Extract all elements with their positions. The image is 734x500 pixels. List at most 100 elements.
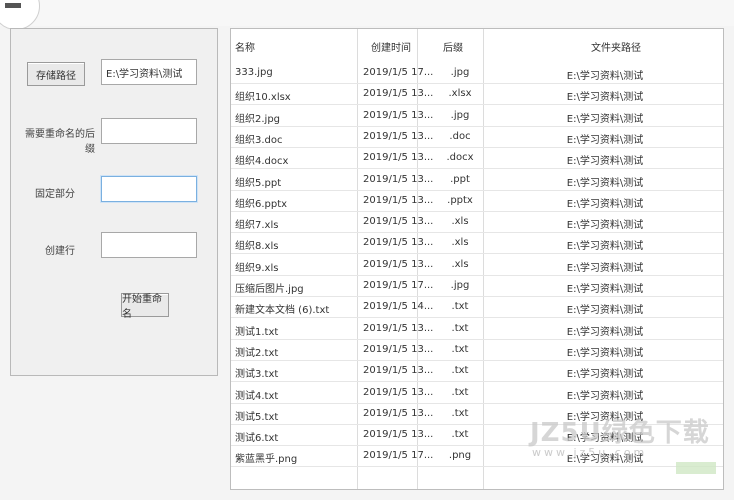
cell-created: 2019/1/5 13... (363, 258, 434, 270)
start-row-input[interactable] (101, 232, 197, 258)
start-row-label: 创建行 (45, 246, 75, 257)
store-path-button[interactable]: 存储路径 (27, 62, 85, 86)
cell-name: 紫蓝黑乎.png (235, 454, 298, 466)
table-row[interactable]: 测试1.txt 2019/1/5 13... .txt E:\学习资料\测试 (231, 319, 723, 340)
cell-ext: .xls (451, 216, 469, 228)
table-row[interactable]: 组织10.xlsx 2019/1/5 13... .xlsx E:\学习资料\测试 (231, 84, 723, 106)
table-row[interactable]: 新建文本文档 (6).txt 2019/1/5 14... .txt E:\学习资料\… (231, 297, 723, 319)
cell-name: 测试5.txt (235, 411, 279, 423)
table-row[interactable]: 组织8.xls 2019/1/5 13... .xls E:\学习资料\测试 (231, 233, 723, 255)
cell-name: 组织5.ppt (235, 177, 282, 189)
cell-folder: E:\学习资料\测试 (566, 326, 644, 338)
cell-name: 组织3.doc (235, 134, 283, 146)
cell-folder: E:\学习资料\测试 (566, 305, 644, 317)
cell-ext: .docx (446, 152, 474, 164)
table-row[interactable]: 测试4.txt 2019/1/5 13... .txt E:\学习资料\测试 (231, 383, 723, 404)
cell-name: 组织10.xlsx (235, 92, 291, 104)
cell-name: 测试2.txt (235, 347, 279, 359)
cell-ext: .jpg (450, 67, 470, 78)
table-row[interactable]: 组织7.xls 2019/1/5 13... .xls E:\学习资料\测试 (231, 212, 723, 234)
fixed-part-input[interactable] (101, 176, 197, 202)
cell-folder: E:\学习资料\测试 (566, 198, 644, 210)
table-row[interactable]: 测试3.txt 2019/1/5 13... .txt E:\学习资料\测试 (231, 361, 723, 383)
cell-created: 2019/1/5 13... (363, 173, 434, 185)
cell-created: 2019/1/5 13... (363, 130, 434, 142)
watermark-url: www.jz5u.com (532, 446, 648, 459)
table-row[interactable]: 紫蓝黑乎.png 2019/1/5 17... .png E:\学习资料\测试 (231, 446, 723, 468)
cell-folder: E:\学习资料\测试 (566, 262, 644, 274)
cell-ext: .jpg (450, 280, 470, 291)
app-menu-button[interactable] (0, 0, 40, 30)
cell-name: 新建文本文档 (6).txt (235, 305, 330, 317)
table-row[interactable]: 333.jpg 2019/1/5 17... .jpg E:\学习资料\测试 (231, 63, 723, 84)
table-row[interactable]: 组织3.doc 2019/1/5 13... .doc E:\学习资料\测试 (231, 127, 723, 148)
cell-ext: .txt (451, 386, 469, 398)
cell-folder: E:\学习资料\测试 (566, 369, 644, 381)
cell-folder: E:\学习资料\测试 (566, 347, 644, 359)
watermark-mark (676, 462, 716, 474)
cell-ext: .txt (451, 322, 469, 334)
cell-folder: E:\学习资料\测试 (566, 241, 644, 253)
cell-ext: .txt (451, 343, 469, 355)
cell-name: 组织9.xls (235, 262, 279, 274)
menu-icon (5, 3, 21, 8)
cell-ext: .txt (451, 429, 469, 441)
rename-suffix-label: 需要重命名的后缀 (25, 129, 95, 155)
cell-ext: .xls (451, 237, 469, 249)
header-created[interactable]: 创建时间 (371, 29, 411, 63)
cell-created: 2019/1/5 13... (363, 88, 434, 100)
cell-folder: E:\学习资料\测试 (566, 390, 644, 402)
watermark-text: JZ5U绿色下载 (530, 418, 710, 448)
settings-panel: 存储路径 E:\学习资料\测试 需要重命名的后缀 固定部分 创建行 开始重命名 (10, 28, 218, 376)
rename-suffix-input[interactable] (101, 118, 197, 144)
cell-name: 组织4.docx (235, 156, 289, 168)
cell-created: 2019/1/5 13... (363, 429, 434, 441)
table-row[interactable]: 测试2.txt 2019/1/5 13... .txt E:\学习资料\测试 (231, 340, 723, 361)
table-row[interactable]: 组织9.xls 2019/1/5 13... .xls E:\学习资料\测试 (231, 255, 723, 276)
fixed-part-label: 固定部分 (35, 189, 75, 200)
table-row[interactable]: 组织6.pptx 2019/1/5 13... .pptx E:\学习资料\测试 (231, 191, 723, 212)
cell-ext: .pptx (447, 194, 473, 206)
table-row[interactable]: 组织4.docx 2019/1/5 13... .docx E:\学习资料\测试 (231, 148, 723, 170)
cell-ext: .png (448, 450, 472, 462)
cell-name: 测试4.txt (235, 390, 279, 402)
cell-name: 压缩后图片.jpg (235, 284, 304, 295)
cell-ext: .txt (451, 407, 469, 419)
cell-folder: E:\学习资料\测试 (566, 71, 644, 82)
cell-ext: .txt (451, 365, 469, 377)
cell-name: 测试6.txt (235, 433, 279, 445)
cell-folder: E:\学习资料\测试 (566, 92, 644, 104)
table-row[interactable]: 组织2.jpg 2019/1/5 13... .jpg E:\学习资料\测试 (231, 106, 723, 127)
header-folder[interactable]: 文件夹路径 (591, 29, 641, 63)
cell-created: 2019/1/5 13... (363, 365, 434, 377)
cell-created: 2019/1/5 17... (363, 67, 434, 78)
cell-name: 组织7.xls (235, 220, 279, 232)
cell-ext: .doc (449, 130, 471, 142)
cell-ext: .ppt (450, 173, 470, 185)
cell-folder: E:\学习资料\测试 (566, 177, 644, 189)
start-rename-button[interactable]: 开始重命名 (121, 293, 169, 320)
cell-folder: E:\学习资料\测试 (566, 134, 644, 146)
app-window: 存储路径 E:\学习资料\测试 需要重命名的后缀 固定部分 创建行 开始重命名 … (0, 0, 734, 500)
cell-name: 333.jpg (235, 67, 273, 78)
cell-created: 2019/1/5 13... (363, 322, 434, 334)
cell-ext: .xls (451, 258, 469, 270)
cell-created: 2019/1/5 13... (363, 386, 434, 398)
cell-name: 组织2.jpg (235, 113, 281, 125)
cell-created: 2019/1/5 13... (363, 216, 434, 228)
cell-created: 2019/1/5 13... (363, 194, 434, 206)
cell-created: 2019/1/5 13... (363, 109, 434, 121)
cell-name: 组织6.pptx (235, 198, 288, 210)
header-ext[interactable]: 后缀 (443, 29, 463, 63)
cell-created: 2019/1/5 14... (363, 301, 434, 313)
header-name[interactable]: 名称 (235, 29, 255, 63)
table-row[interactable]: 压缩后图片.jpg 2019/1/5 17... .jpg E:\学习资料\测试 (231, 276, 723, 297)
cell-created: 2019/1/5 17... (363, 450, 434, 462)
top-bar (0, 0, 734, 30)
store-path-input[interactable]: E:\学习资料\测试 (101, 59, 197, 85)
cell-ext: .xlsx (448, 88, 472, 100)
cell-name: 组织8.xls (235, 241, 279, 253)
cell-name: 测试3.txt (235, 369, 279, 381)
cell-ext: .jpg (450, 109, 470, 121)
table-row[interactable]: 组织5.ppt 2019/1/5 13... .ppt E:\学习资料\测试 (231, 170, 723, 191)
